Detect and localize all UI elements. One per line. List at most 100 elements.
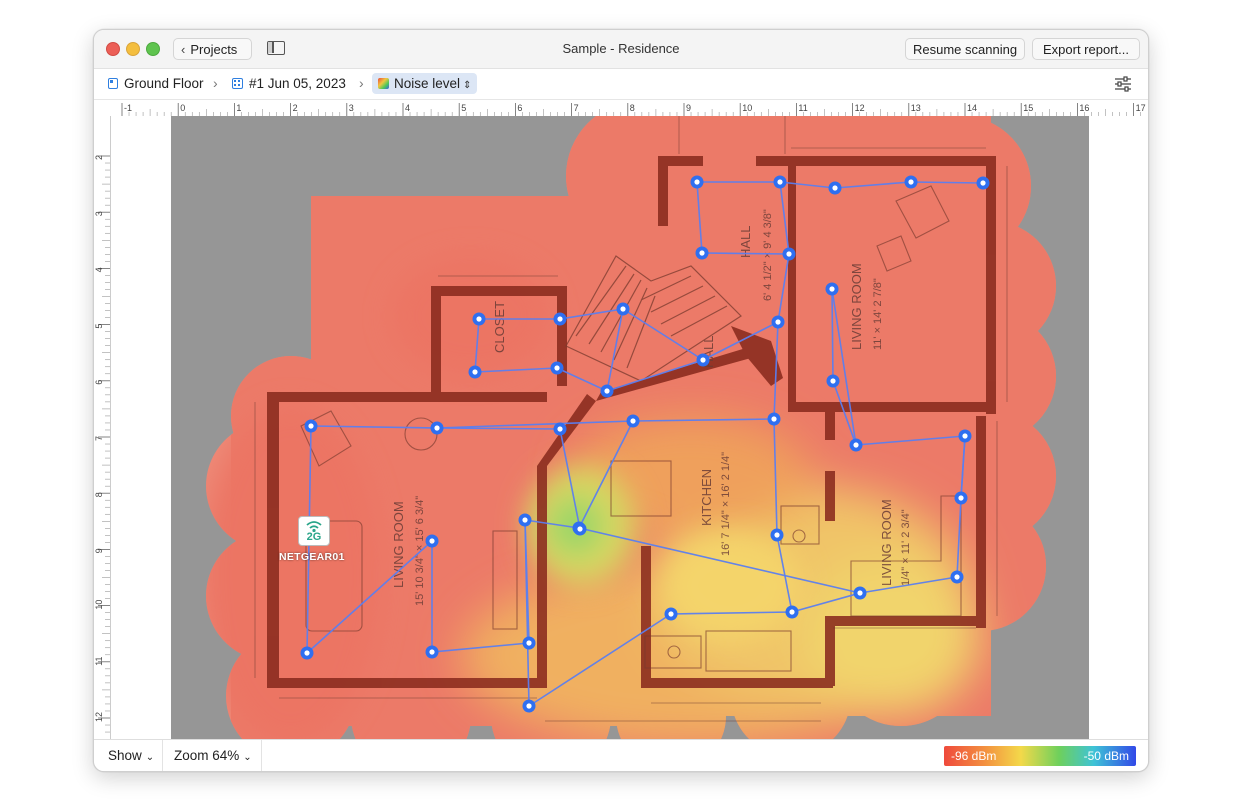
ruler-label: 9 [94,548,104,553]
ruler-label: 3 [94,211,104,216]
scan-point-center [789,609,795,615]
scan-point-center [908,179,914,185]
breadcrumb-scan-label: #1 Jun 05, 2023 [249,76,346,91]
ruler-label: 9 [686,103,691,113]
room-dims-hall: 6' 4 1/2" × 9' 4 3/8" [762,209,774,301]
scan-path-segment [436,427,561,430]
scan-point-center [429,538,435,544]
export-report-button[interactable]: Export report... [1032,38,1140,60]
scan-point-center [434,425,440,431]
ruler-label: 4 [94,267,104,272]
scan-point-center [526,640,532,646]
ruler-label: 5 [461,103,466,113]
scan-point-center [554,365,560,371]
room-label-living-room-1: LIVING ROOM [849,263,864,350]
visualization-select[interactable]: Noise level ⇕ [372,73,478,94]
scan-point-center [694,179,700,185]
legend-min-label: -96 dBm [951,749,997,763]
access-point-name: NETGEAR01 [279,551,345,563]
scan-point-center [962,433,968,439]
app-window: ‹ Projects Sample - Residence Resume scan… [93,29,1149,772]
room-dims-living-room-1: 11' × 14' 2 7/8" [872,278,884,350]
scan-point-center [620,306,626,312]
chevron-updown-icon: ⇕ [463,80,472,91]
scan-point-center [668,611,674,617]
legend-max-label: -50 dBm [1083,749,1129,763]
ruler-label: 2 [293,103,298,113]
divider [261,740,262,771]
show-menu[interactable]: Show ⌄ [108,748,154,763]
room-label-living-room-3: LIVING ROOM [879,499,894,586]
noise-legend: -96 dBm -50 dBm [944,746,1136,766]
scan-path-segment [831,288,834,382]
scan-point-center [958,495,964,501]
scan-point-center [980,180,986,186]
breadcrumb-floor[interactable]: Ground Floor [108,76,204,91]
access-point-marker[interactable]: 2G [298,516,330,546]
ruler-label: 7 [574,103,579,113]
horizontal-ruler: -1 0 1 2 3 4 5 6 7 8 9 10 11 12 13 14 15 16 17 [94,100,1148,117]
scan-point-center [604,388,610,394]
scan-point-center [775,319,781,325]
ruler-label: 11 [94,656,104,665]
scan-point-center [786,251,792,257]
chevron-down-icon: ⌄ [145,752,155,763]
ruler-label: 3 [349,103,354,113]
show-menu-label: Show [108,748,142,763]
ruler-label: 11 [798,103,807,113]
zoom-menu[interactable]: Zoom 64% ⌄ [174,748,252,763]
resume-scanning-button[interactable]: Resume scanning [905,38,1025,60]
ruler-label: 12 [94,712,104,722]
scan-point-center [777,179,783,185]
scan-point-center [476,316,482,322]
scan-point-center [700,357,706,363]
scan-point-center [308,423,314,429]
scan-point-center [771,416,777,422]
ruler-label: 10 [742,103,752,113]
ruler-label: 13 [911,103,921,113]
map-canvas[interactable]: CLOSET HALL 6' 4 1/2" × 9' 4 3/8" HALL L… [111,116,1148,739]
scan-point-center [577,526,583,532]
bottom-toolbar: Show ⌄ Zoom 64% ⌄ -96 dBm -50 dBm [94,739,1148,771]
ruler-label: 14 [967,103,977,113]
scan-point-center [830,378,836,384]
ruler-label: 8 [94,492,104,497]
scan-point-center [526,703,532,709]
heatmap-icon [378,78,389,89]
scan-point-center [832,185,838,191]
visualization-label: Noise level [394,76,461,91]
sliders-icon[interactable] [1114,76,1132,92]
ruler-label: 4 [405,103,410,113]
scan-point-center [853,442,859,448]
scan-point-center [699,250,705,256]
chevron-right-icon: › [213,75,218,91]
scan-point-center [557,426,563,432]
ruler-label: 6 [94,380,104,385]
scan-point-center [630,418,636,424]
ruler-label: 5 [94,324,104,329]
scan-point-center [954,574,960,580]
scan-point-center [472,369,478,375]
breadcrumb: Ground Floor › #1 Jun 05, 2023 › Noise l… [94,69,1148,100]
ruler-label: 8 [630,103,635,113]
ruler-label: 1 [236,103,241,113]
chevron-down-icon: ⌄ [243,752,252,763]
room-dims-kitchen: 16' 7 1/4" × 16' 2 1/4" [720,452,732,556]
scan-point-center [429,649,435,655]
scan-point-center [557,316,563,322]
scan-point-center [304,650,310,656]
zoom-menu-label: Zoom 64% [174,748,240,763]
room-label-kitchen: KITCHEN [699,469,714,526]
access-point-band: 2G [306,531,322,543]
ruler-label: -1 [124,103,132,113]
ruler-label: 15 [1023,103,1033,113]
scan-point-center [522,517,528,523]
breadcrumb-scan[interactable]: #1 Jun 05, 2023 [232,76,346,91]
scan-point-center [857,590,863,596]
floor-plan-icon [108,78,118,89]
scan-path-segment [701,252,790,255]
ruler-label: 2 [94,155,104,160]
title-bar: ‹ Projects Sample - Residence Resume scan… [94,30,1148,69]
ruler-label: 10 [94,600,104,610]
floor-plan[interactable]: CLOSET HALL 6' 4 1/2" × 9' 4 3/8" HALL L… [171,116,1089,739]
